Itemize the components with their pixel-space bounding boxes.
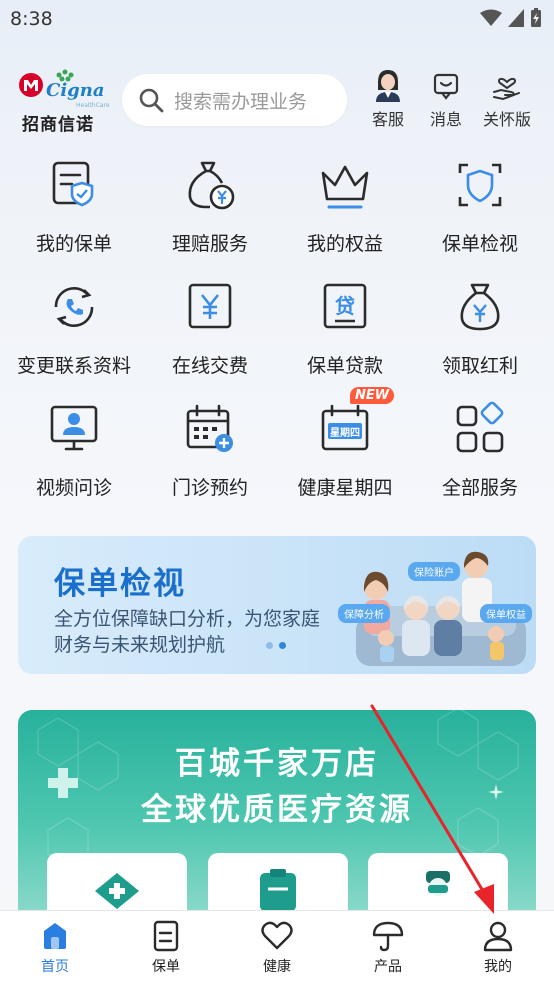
tab-label: 健康	[263, 959, 291, 975]
tag-insurance-account: 保险账户	[408, 562, 460, 581]
heart-icon	[261, 921, 293, 950]
phone-icon	[54, 287, 94, 327]
logo-chinese-name: 招商信诺	[22, 115, 94, 135]
service-policy-review[interactable]: 保单检视	[411, 155, 549, 256]
status-bar: 8:38	[0, 0, 554, 38]
tag-policy-rights: 保单权益	[480, 604, 532, 623]
home-icon	[44, 923, 66, 949]
shield-icon	[458, 163, 502, 207]
message-button[interactable]: 消息	[416, 68, 476, 130]
service-label: 保单贷款	[306, 355, 383, 377]
customer-service-button[interactable]: 客服	[358, 68, 418, 130]
service-change-contact[interactable]: 变更联系资料	[5, 277, 143, 378]
tab-label: 保单	[152, 959, 180, 975]
medical-banner-line2: 全球优质医疗资源	[141, 792, 413, 828]
header: Cigna HealthCare 招商信诺 搜索需办理业务 客服 消息 关怀版	[0, 60, 554, 140]
tab-home[interactable]: 首页	[0, 911, 110, 984]
yuan-icon	[188, 283, 232, 329]
service-label: 保单检视	[441, 233, 518, 255]
service-policy-loan[interactable]: 贷 保单贷款	[276, 277, 414, 378]
medical-banner-line1: 百城千家万店	[175, 746, 379, 782]
calendar-icon	[186, 404, 233, 452]
tab-label: 产品	[374, 959, 402, 975]
cmb-cigna-logo: Cigna HealthCare 招商信诺	[18, 69, 110, 135]
service-my-policy[interactable]: 我的保单	[5, 155, 143, 256]
logo-brand-sub: HealthCare	[76, 102, 110, 109]
carousel-dot	[266, 642, 273, 649]
service-all-services[interactable]: 全部服务	[411, 399, 549, 500]
service-label: 变更联系资料	[16, 355, 131, 377]
service-my-rights[interactable]: 我的权益	[276, 155, 414, 256]
svg-text:贷: 贷	[335, 294, 355, 318]
tab-health[interactable]: 健康	[222, 911, 332, 984]
service-label: 全部服务	[441, 477, 518, 499]
service-dividend[interactable]: 领取红利	[411, 277, 549, 378]
status-time: 8:38	[10, 8, 53, 30]
umbrella-icon	[372, 921, 404, 952]
tab-policy[interactable]: 保单	[111, 911, 221, 984]
signal-icon	[508, 9, 524, 27]
wifi-icon	[480, 9, 502, 26]
service-clinic-appointment[interactable]: 门诊预约	[141, 399, 279, 500]
first-aid-icon	[95, 873, 139, 909]
tag-coverage-analysis: 保障分析	[338, 604, 390, 623]
search-placeholder: 搜索需办理业务	[174, 90, 308, 113]
banner-title: 保单检视	[54, 566, 186, 602]
care-mode-label: 关怀版	[482, 110, 531, 129]
tab-label: 首页	[41, 959, 69, 975]
clipboard-icon	[260, 869, 296, 911]
carousel-dots	[266, 642, 286, 649]
medical-resources-banner[interactable]: 百城千家万店 全球优质医疗资源	[18, 710, 536, 920]
carousel-dot-active	[279, 642, 286, 649]
policy-icon	[52, 161, 94, 207]
status-icons	[480, 8, 542, 28]
tab-mine[interactable]: 我的	[443, 911, 553, 984]
service-label: 理赔服务	[171, 233, 248, 255]
search-icon	[139, 88, 164, 113]
moneybag-icon	[460, 283, 500, 331]
service-label: 在线交费	[171, 355, 248, 377]
care-hand-icon	[493, 77, 520, 101]
crown-icon	[321, 165, 369, 209]
customer-service-label: 客服	[371, 110, 404, 129]
video-doctor-icon	[50, 405, 98, 451]
all-services-icon	[456, 401, 504, 453]
thursday-inner-label: 星期四	[330, 428, 360, 439]
service-label: 我的保单	[35, 233, 112, 255]
tab-products[interactable]: 产品	[333, 911, 443, 984]
message-icon	[433, 73, 459, 100]
tab-label: 我的	[484, 959, 512, 975]
service-claims[interactable]: 理赔服务	[141, 155, 279, 256]
service-health-thursday[interactable]: 星期四 NEW 健康星期四	[276, 387, 414, 500]
document-icon	[153, 920, 179, 952]
doctor-icon	[426, 871, 450, 896]
service-label: 领取红利	[441, 355, 518, 377]
service-online-payment[interactable]: 在线交费	[141, 277, 279, 378]
loan-icon: 贷	[323, 283, 367, 329]
service-label: 视频问诊	[35, 477, 112, 499]
cmb-logo-icon	[19, 73, 43, 97]
service-label: 门诊预约	[171, 477, 248, 499]
service-video-consult[interactable]: 视频问诊	[5, 399, 143, 500]
agent-avatar-icon	[376, 70, 400, 102]
service-label: 健康星期四	[297, 477, 393, 499]
banner-subtitle: 全方位保障缺口分析，为您家庭财务与未来规划护航	[54, 608, 321, 656]
person-icon	[483, 921, 513, 952]
message-label: 消息	[429, 110, 462, 129]
policy-review-banner[interactable]: 保单检视 全方位保障缺口分析，为您家庭财务与未来规划护航 保险账户 保障分析 保…	[18, 536, 536, 674]
care-mode-button[interactable]: 关怀版	[477, 68, 537, 130]
new-badge: NEW	[350, 387, 395, 404]
service-label: 我的权益	[306, 233, 383, 255]
search-bar[interactable]: 搜索需办理业务	[122, 74, 347, 126]
battery-icon	[531, 8, 541, 27]
claim-icon	[188, 161, 235, 210]
logo-brand-text: Cigna	[46, 80, 105, 101]
bottom-tab-bar: 首页 保单 健康 产品 我的	[0, 910, 554, 984]
